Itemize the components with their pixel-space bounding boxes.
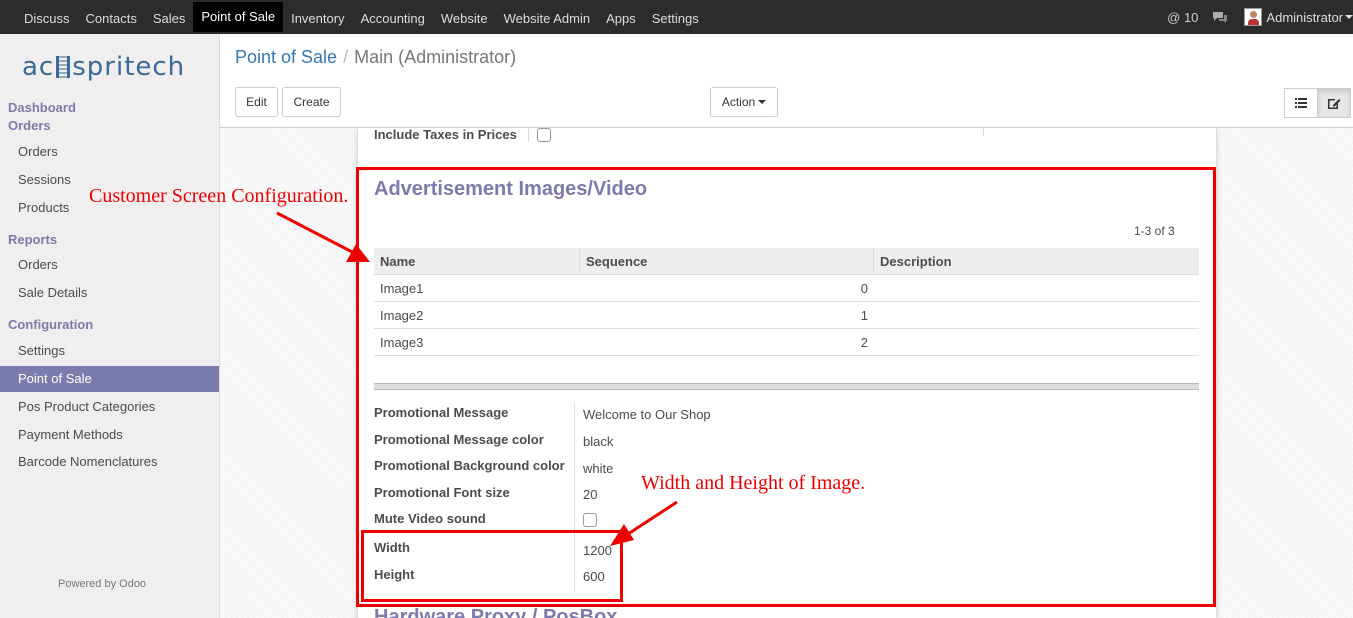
annotation-arrow-customer-screen bbox=[276, 211, 357, 256]
annotation-arrows bbox=[276, 211, 678, 546]
annotation-arrow-width-height bbox=[624, 500, 678, 538]
annotation-arrowhead-width-height bbox=[610, 524, 634, 546]
annotation-arrowhead-customer-screen bbox=[346, 244, 370, 262]
